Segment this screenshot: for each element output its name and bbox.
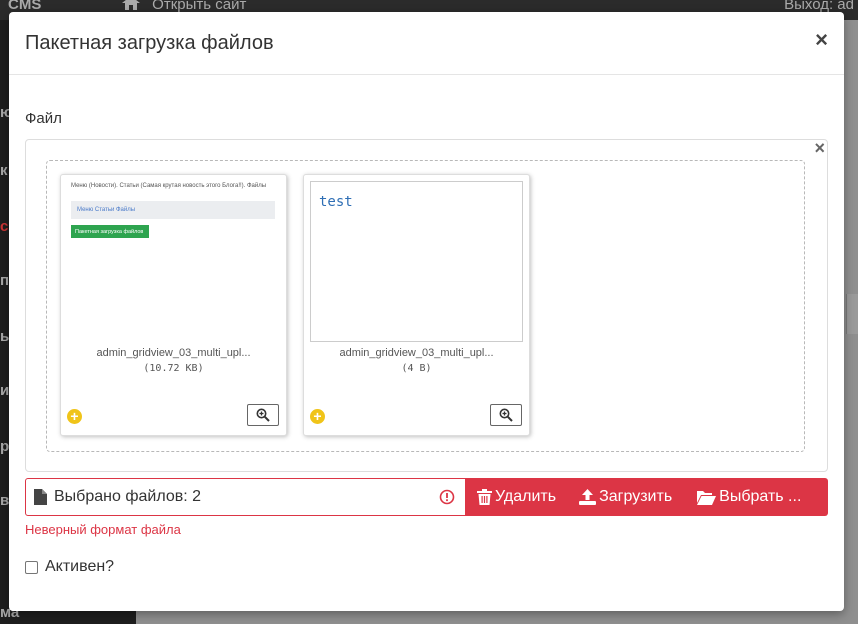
background-sidebar-fragment: и	[0, 382, 10, 399]
file-size: (4 B)	[401, 363, 432, 374]
modal-close-button[interactable]: ×	[815, 29, 828, 51]
file-size: (10.72 KB)	[143, 363, 204, 374]
folder-open-icon	[697, 490, 717, 505]
file-name: admin_gridview_03_multi_upl...	[339, 347, 494, 359]
plus-circle-icon[interactable]: +	[310, 409, 325, 424]
background-sidebar-fragment: с	[0, 218, 9, 235]
modal-header: Пакетная загрузка файлов ×	[9, 12, 844, 75]
toolbar-button-group: Удалить Загрузить Выбрать ...	[465, 478, 828, 516]
preview-button: Пакетная загрузка файлов	[71, 225, 149, 238]
background-sidebar-fragment: к	[0, 162, 8, 179]
error-circle-icon	[439, 489, 455, 505]
active-checkbox[interactable]	[25, 560, 38, 574]
browse-button-label: Выбрать ...	[719, 488, 802, 505]
zoom-in-icon	[499, 408, 513, 422]
zoom-button[interactable]	[490, 404, 522, 426]
background-sidebar-fragment: ь	[0, 328, 10, 345]
file-name: admin_gridview_03_multi_upl...	[96, 347, 251, 359]
browse-button[interactable]: Выбрать ...	[697, 478, 801, 516]
upload-button[interactable]: Загрузить	[579, 478, 672, 516]
file-icon	[34, 489, 47, 505]
file-caption[interactable]: Выбрано файлов: 2	[25, 478, 466, 516]
file-upload-preview: × Меню (Новости). Статьи (Самая крутая н…	[25, 138, 828, 472]
drop-zone[interactable]: Меню (Новости). Статьи (Самая крутая нов…	[46, 160, 805, 452]
files-selected-count: Выбрано файлов: 2	[54, 488, 202, 505]
upload-button-label: Загрузить	[599, 488, 673, 505]
clear-files-button[interactable]: ×	[814, 138, 825, 159]
file-preview-image: Меню (Новости). Статьи (Самая крутая нов…	[67, 181, 280, 342]
batch-upload-modal: Пакетная загрузка файлов × Файл × Меню (…	[9, 12, 844, 611]
trash-icon	[477, 489, 492, 505]
preview-text-content: test	[319, 194, 353, 210]
zoom-in-icon	[256, 408, 270, 422]
active-checkbox-row[interactable]: Активен?	[25, 558, 114, 576]
file-preview-text: test	[310, 181, 523, 342]
file-thumbnail: test admin_gridview_03_multi_upl... (4 B…	[303, 174, 530, 436]
active-checkbox-label[interactable]: Активен?	[45, 558, 114, 576]
zoom-button[interactable]	[247, 404, 279, 426]
modal-title: Пакетная загрузка файлов	[25, 32, 274, 54]
upload-toolbar: Выбрано файлов: 2 Удалить Загрузить Выбр…	[25, 478, 828, 516]
background-sidebar-fragment: п	[0, 272, 10, 289]
preview-nav-bar: Меню Статьи Файлы	[71, 201, 275, 219]
upload-icon	[579, 489, 597, 505]
preview-breadcrumb: Меню (Новости). Статьи (Самая крутая нов…	[71, 183, 267, 189]
file-thumbnail: Меню (Новости). Статьи (Самая крутая нов…	[60, 174, 287, 436]
background-right-element	[846, 294, 858, 334]
error-message: Неверный формат файла	[25, 522, 181, 537]
file-field-label: Файл	[25, 110, 62, 127]
delete-button-label: Удалить	[495, 488, 557, 505]
background-sidebar-fragment: в	[0, 492, 10, 509]
home-icon	[122, 0, 140, 10]
delete-button[interactable]: Удалить	[477, 478, 556, 516]
plus-circle-icon[interactable]: +	[67, 409, 82, 424]
